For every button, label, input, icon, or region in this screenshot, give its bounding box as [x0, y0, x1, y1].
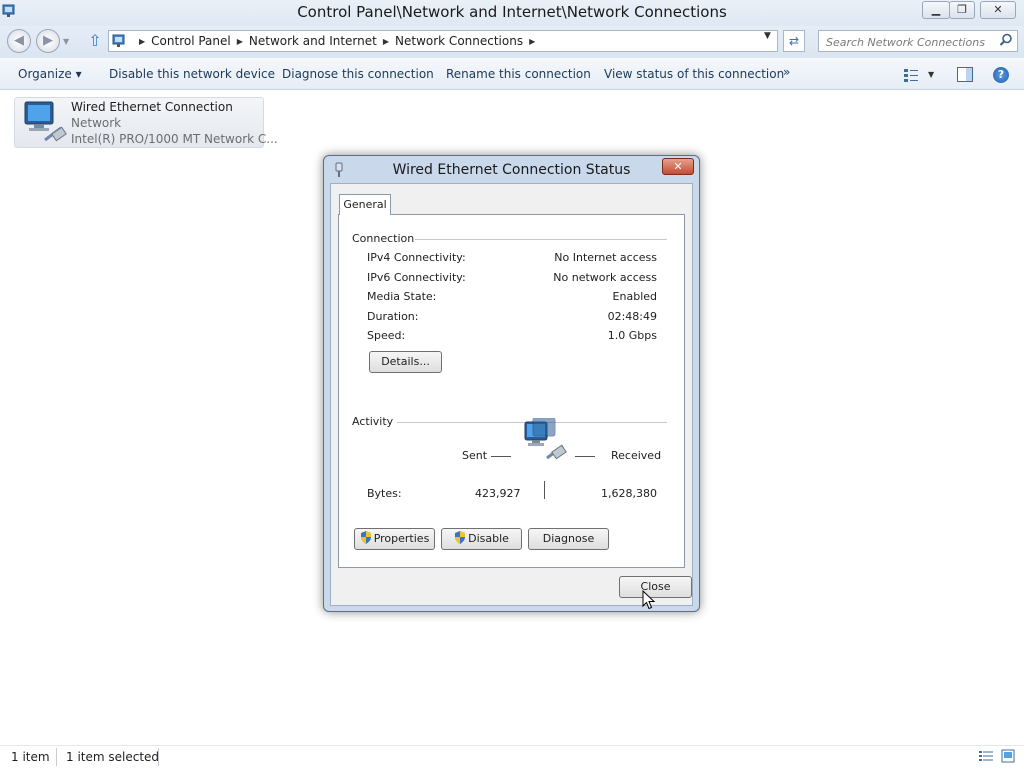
activity-section-label: Activity	[352, 415, 394, 428]
dialog-body: General Connection IPv4 Connectivity: No…	[330, 183, 693, 606]
status-divider	[56, 748, 57, 766]
title-bar: Control Panel\Network and Internet\Netwo…	[0, 0, 1024, 26]
control-panel-icon	[112, 34, 125, 47]
breadcrumb-network-and-internet[interactable]: Network and Internet	[249, 34, 377, 48]
view-status-command[interactable]: View status of this connection	[604, 67, 784, 81]
mouse-cursor-icon	[642, 590, 656, 610]
duration-label: Duration:	[367, 310, 419, 323]
network-activity-icon	[524, 418, 567, 460]
received-line	[575, 456, 595, 457]
ipv6-label: IPv6 Connectivity:	[367, 271, 466, 284]
connection-section-label: Connection	[352, 232, 415, 245]
properties-button-label: Properties	[373, 532, 430, 545]
bytes-sent-value: 423,927	[475, 487, 521, 500]
adapter-name: Intel(R) PRO/1000 MT Network C...	[71, 132, 278, 146]
disable-device-command[interactable]: Disable this network device	[109, 67, 275, 81]
diagnose-command[interactable]: Diagnose this connection	[282, 67, 434, 81]
breadcrumb: ▶ Control Panel ▶ Network and Internet ▶ Netw…	[133, 34, 541, 48]
duration-value: 02:48:49	[607, 310, 657, 323]
properties-button[interactable]: Properties	[354, 528, 435, 550]
chevron-right-icon[interactable]: ▶	[139, 37, 145, 46]
change-view-icon[interactable]	[903, 68, 919, 82]
bytes-label: Bytes:	[367, 487, 402, 500]
uac-shield-icon	[360, 531, 371, 544]
ipv4-label: IPv4 Connectivity:	[367, 251, 466, 264]
window-title: Control Panel\Network and Internet\Netwo…	[297, 3, 727, 21]
activity-divider-vertical	[544, 481, 545, 499]
address-bar[interactable]: ▶ Control Panel ▶ Network and Internet ▶ Netw…	[108, 30, 778, 52]
network-adapter-icon	[24, 101, 67, 142]
received-label: Received	[611, 449, 662, 462]
search-icon[interactable]	[999, 33, 1013, 47]
selected-count: 1 item selected	[66, 750, 160, 764]
refresh-icon[interactable]: ⇄	[783, 30, 805, 52]
sent-line	[491, 456, 511, 457]
speed-value: 1.0 Gbps	[607, 329, 657, 342]
close-window-button[interactable]: ✕	[980, 1, 1016, 19]
dialog-close-icon[interactable]: ✕	[662, 158, 694, 175]
forward-button[interactable]: ▶	[36, 29, 60, 53]
details-view-icon[interactable]	[979, 750, 993, 762]
organize-menu[interactable]: Organize ▾	[18, 67, 82, 81]
disable-button[interactable]: Disable	[441, 528, 522, 550]
item-count: 1 item	[11, 750, 50, 764]
preview-pane-icon[interactable]	[957, 67, 973, 82]
maximize-button[interactable]: ❐	[949, 1, 975, 19]
dialog-title: Wired Ethernet Connection Status	[392, 162, 631, 178]
general-tab-panel: Connection IPv4 Connectivity: No Interne…	[338, 214, 685, 568]
chevron-right-icon[interactable]: ▶	[237, 37, 243, 46]
recent-pages-dropdown-icon[interactable]: ▼	[63, 37, 69, 46]
connection-name: Wired Ethernet Connection	[71, 100, 233, 114]
speed-label: Speed:	[367, 329, 406, 342]
ipv4-value: No Internet access	[554, 251, 657, 264]
breadcrumb-control-panel[interactable]: Control Panel	[151, 34, 231, 48]
bytes-received-value: 1,628,380	[601, 487, 657, 500]
media-state-value: Enabled	[612, 290, 657, 303]
help-icon[interactable]: ?	[993, 67, 1009, 83]
connection-type: Network	[71, 116, 122, 130]
tab-general[interactable]: General	[339, 194, 391, 215]
breadcrumb-network-connections[interactable]: Network Connections	[395, 34, 523, 48]
status-bar: 1 item 1 item selected	[0, 745, 1024, 768]
connection-divider	[415, 239, 667, 240]
ipv6-value: No network access	[553, 271, 657, 284]
command-bar: Organize ▾ Disable this network device D…	[0, 58, 1024, 90]
more-commands-icon[interactable]: »	[783, 65, 790, 79]
chevron-right-icon[interactable]: ▶	[529, 37, 535, 46]
address-dropdown-icon[interactable]: ▼	[764, 31, 771, 41]
disable-button-label: Disable	[468, 532, 509, 545]
view-dropdown-icon[interactable]: ▼	[928, 70, 934, 79]
chevron-right-icon[interactable]: ▶	[383, 37, 389, 46]
back-button[interactable]: ◀	[7, 29, 31, 53]
status-divider	[158, 748, 159, 766]
uac-shield-icon	[455, 531, 466, 544]
search-input[interactable]	[824, 33, 998, 51]
connection-status-dialog: Wired Ethernet Connection Status ✕ Gener…	[323, 155, 700, 612]
up-arrow-icon[interactable]: ⇧	[86, 31, 104, 51]
sent-label: Sent	[462, 449, 488, 462]
search-box[interactable]	[818, 30, 1018, 52]
rename-command[interactable]: Rename this connection	[446, 67, 591, 81]
minimize-button[interactable]: ▁	[922, 1, 950, 19]
media-state-label: Media State:	[367, 290, 437, 303]
large-icons-view-icon[interactable]	[1001, 749, 1015, 763]
network-connection-item[interactable]: Wired Ethernet Connection Network Intel(…	[14, 97, 278, 148]
diagnose-button[interactable]: Diagnose	[528, 528, 609, 550]
details-button[interactable]: Details...	[369, 351, 442, 373]
